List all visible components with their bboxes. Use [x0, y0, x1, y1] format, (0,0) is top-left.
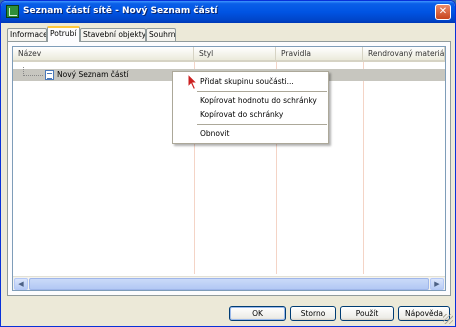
- menu-separator: [197, 91, 327, 92]
- horizontal-scrollbar[interactable]: ◀ ▶: [13, 276, 445, 290]
- menu-item-copy-to-clipboard[interactable]: Kopírovat do schránky: [174, 108, 327, 121]
- dialog-window: Seznam částí sítě - Nový Seznam částí ✕ …: [0, 0, 456, 327]
- menu-item-refresh[interactable]: Obnovit: [174, 127, 327, 140]
- tree-connector: [23, 67, 43, 76]
- tab-souhrn[interactable]: Souhrn: [146, 28, 176, 41]
- column-header-nazev[interactable]: Název: [13, 47, 194, 60]
- apply-button[interactable]: Použít: [340, 306, 394, 321]
- scroll-right-icon[interactable]: ▶: [430, 278, 444, 290]
- scroll-thumb[interactable]: [29, 278, 429, 290]
- menu-separator: [197, 124, 327, 125]
- tree-item-label[interactable]: Nový Seznam částí: [57, 70, 128, 80]
- column-header-rendrovany-material[interactable]: Rendrovaný materiál: [363, 47, 445, 60]
- column-header-row: Název Styl Pravidla Rendrovaný materiál: [13, 47, 445, 62]
- menu-item-copy-value[interactable]: Kopírovat hodnotu do schránky: [174, 94, 327, 107]
- close-icon[interactable]: ✕: [435, 4, 451, 20]
- tab-informace[interactable]: Informace: [7, 28, 47, 41]
- title-bar[interactable]: Seznam částí sítě - Nový Seznam částí ✕: [1, 1, 455, 23]
- app-icon: [6, 5, 19, 18]
- window-title: Seznam částí sítě - Nový Seznam částí: [23, 6, 218, 16]
- tab-potrubi[interactable]: Potrubí: [47, 26, 80, 42]
- cursor-arrow-icon: [187, 73, 199, 91]
- ok-button[interactable]: OK: [229, 306, 286, 321]
- scroll-left-icon[interactable]: ◀: [14, 278, 28, 290]
- column-header-styl[interactable]: Styl: [194, 47, 276, 60]
- document-icon: [45, 70, 54, 80]
- cancel-button[interactable]: Storno: [290, 306, 336, 321]
- tab-stavebni-objekty[interactable]: Stavební objekty: [80, 28, 146, 41]
- column-header-pravidla[interactable]: Pravidla: [276, 47, 363, 60]
- resize-grip[interactable]: [443, 314, 453, 324]
- column-divider: [363, 62, 364, 274]
